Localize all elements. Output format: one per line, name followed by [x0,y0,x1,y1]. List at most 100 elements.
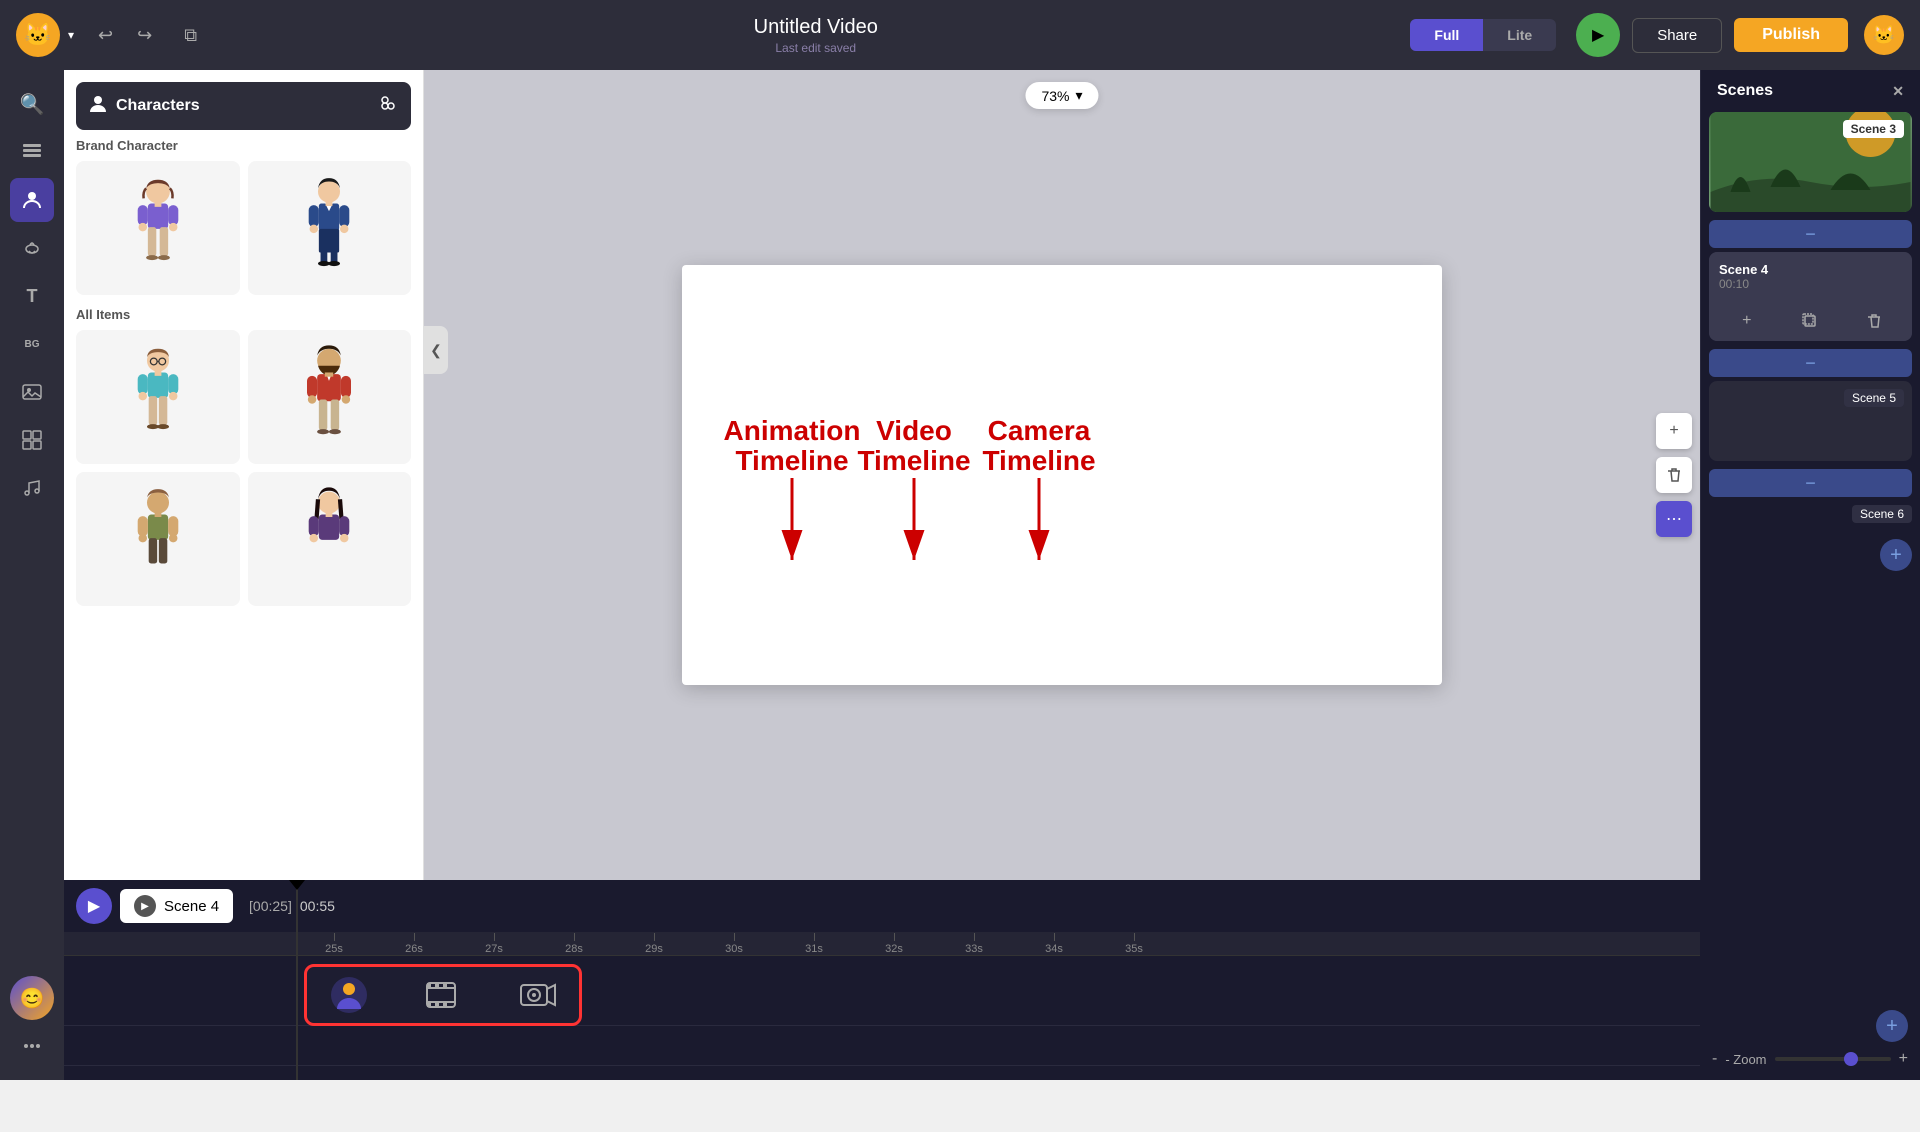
full-view-button[interactable]: Full [1410,19,1483,51]
panel-header: Characters [76,82,411,130]
panel-manage-icon[interactable] [377,92,399,120]
timeline-track-row-2 [64,1026,1700,1066]
scene-4-minus-button[interactable]: − [1709,349,1912,377]
brand-character-2[interactable] [248,161,412,295]
scene-3-thumbnail: Scene 3 [1709,112,1912,212]
scene-3-label: Scene 3 [1843,120,1904,138]
all-items-label: All Items [76,307,411,322]
character-panel-person-icon [88,94,108,119]
ruler-31s: 31s [774,933,854,955]
toolbar-chart[interactable] [10,418,54,462]
brand-character-label: Brand Character [76,138,411,153]
delete-element-button[interactable] [1656,457,1692,493]
canvas-frame [682,265,1442,685]
video-title: Untitled Video [221,16,1410,39]
scene-5-item[interactable]: Scene 5 [1709,381,1912,461]
ruler-32s: 32s [854,933,934,955]
ruler-28s: 28s [534,933,614,955]
all-character-4[interactable] [248,472,412,606]
view-toggle: Full Lite [1410,19,1556,51]
play-icon: ▶ [1592,25,1604,45]
scene-4-duplicate-button[interactable] [1796,307,1824,335]
scenes-title: Scenes [1717,82,1773,100]
scene-4-delete-button[interactable] [1860,307,1888,335]
all-characters-grid [76,330,411,606]
canvas-area: 73% ▾ + ⋯ [424,70,1700,880]
ruler-27s: 27s [454,933,534,955]
share-button[interactable]: Share [1632,18,1722,53]
scene-play-icon: ▶ [134,895,156,917]
undo-button[interactable]: ↩ [90,21,121,50]
preview-play-button[interactable]: ▶ [1576,13,1620,57]
toolbar-props[interactable] [10,226,54,270]
scene-4-title: Scene 4 [1719,262,1902,277]
zoom-slider-thumb[interactable] [1844,1052,1858,1066]
character-6-svg [289,484,369,594]
all-character-2[interactable] [248,330,412,464]
bottom-avatar[interactable]: 😊 [10,976,54,1020]
scene-6-label: Scene 6 [1852,505,1912,523]
add-scene-button[interactable]: + [1880,539,1912,571]
timeline-tracks [64,956,1700,1132]
characters-panel: Characters Brand Character [64,70,424,880]
camera-timeline-icon[interactable] [515,973,559,1017]
scene-6-label-row: Scene 6 [1709,505,1912,523]
scene-4-add-button[interactable]: + [1733,307,1761,335]
scene-4-time: 00:10 [1719,277,1902,291]
timeline-play-button[interactable]: ▶ [76,888,112,924]
all-character-3[interactable] [76,472,240,606]
toolbar-character[interactable] [10,178,54,222]
scene-3-minus-button[interactable]: − [1709,220,1912,248]
header-title-group: Untitled Video Last edit saved [221,16,1410,55]
publish-button[interactable]: Publish [1734,18,1848,52]
scene-selector[interactable]: ▶ Scene 4 [120,889,233,923]
toolbar-layers[interactable] [10,130,54,174]
ruler-34s: 34s [1014,933,1094,955]
toolbar-music[interactable] [10,466,54,510]
app-logo[interactable]: 🐱 [16,13,60,57]
timeline-add-button[interactable]: + [1876,1010,1908,1042]
character-5-svg [118,484,198,594]
add-element-button[interactable]: + [1656,413,1692,449]
scenes-panel: Scenes ✕ Scene 3 − Scene 4 00:10 + [1700,70,1920,880]
scene-4-item[interactable]: Scene 4 00:10 + [1709,252,1912,341]
scenes-panel-header: Scenes ✕ [1701,70,1920,112]
toolbar-more[interactable] [10,1024,54,1068]
scene-3-item[interactable]: Scene 3 [1709,112,1912,212]
toolbar-background[interactable]: BG [10,322,54,366]
toolbar-image[interactable] [10,370,54,414]
scenes-close-button[interactable]: ✕ [1892,83,1904,100]
zoom-slider[interactable] [1775,1057,1891,1061]
lite-view-button[interactable]: Lite [1483,19,1556,51]
timeline-row-icons [304,964,582,1026]
current-scene-label: Scene 4 [164,898,219,915]
add-scene-row: + [1701,531,1920,579]
panel-collapse-button[interactable]: ❮ [424,326,448,374]
left-toolbar: 🔍 T BG 😊 [0,70,64,1080]
all-character-1[interactable] [76,330,240,464]
characters-content: Brand Character [64,130,423,880]
zoom-minus-button[interactable]: - [1712,1050,1717,1068]
characters-panel-title: Characters [116,97,377,115]
ruler-30s: 30s [694,933,774,955]
zoom-plus-button[interactable]: + [1899,1050,1908,1068]
expand-button[interactable]: ⋯ [1656,501,1692,537]
timeline-duration: 00:55 [300,898,335,914]
canvas-toolbar-right: + ⋯ [1656,413,1692,537]
scene-5-minus-button[interactable]: − [1709,469,1912,497]
toolbar-search[interactable]: 🔍 [10,82,54,126]
logo-dropdown[interactable]: ▾ [68,28,74,42]
animation-timeline-icon[interactable] [327,973,371,1017]
character-4-svg [289,342,369,452]
ruler-29s: 29s [614,933,694,955]
copy-button[interactable]: ⧉ [176,21,205,50]
zoom-display[interactable]: 73% ▾ [1025,82,1098,109]
timeline-controls: ▶ ▶ Scene 4 [00:25] 00:55 [64,880,1700,932]
toolbar-text[interactable]: T [10,274,54,318]
user-avatar[interactable]: 🐱 [1864,15,1904,55]
zoom-dropdown-icon: ▾ [1076,87,1083,104]
redo-button[interactable]: ↪ [129,21,160,50]
brand-character-1[interactable] [76,161,240,295]
video-timeline-icon[interactable] [421,973,465,1017]
character-2-svg [289,173,369,283]
